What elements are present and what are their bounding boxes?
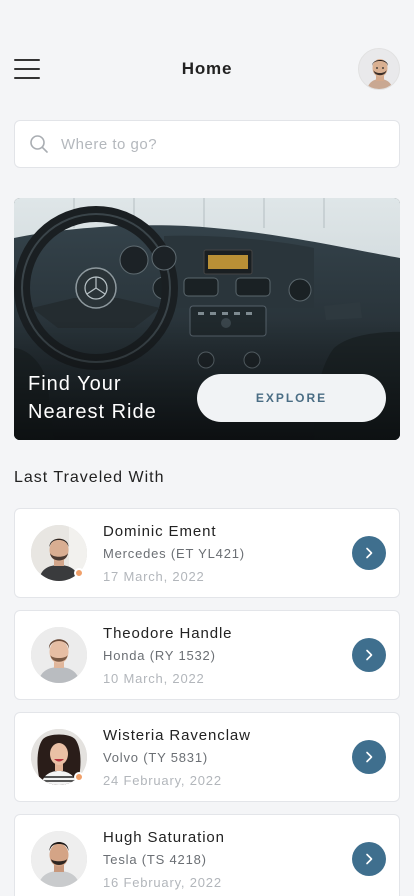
trip-date: 24 February, 2022 bbox=[103, 773, 222, 788]
online-status-dot bbox=[74, 568, 84, 578]
car-info: Tesla (TS 4218) bbox=[103, 852, 207, 867]
avatar bbox=[31, 627, 87, 683]
trip-date: 17 March, 2022 bbox=[103, 569, 205, 584]
chevron-right-icon bbox=[366, 649, 373, 661]
online-status-dot bbox=[74, 772, 84, 782]
chevron-right-icon bbox=[366, 853, 373, 865]
open-trip-button[interactable] bbox=[352, 842, 386, 876]
driver-name: Hugh Saturation bbox=[103, 829, 225, 846]
chevron-right-icon bbox=[366, 751, 373, 763]
search-icon bbox=[30, 135, 48, 153]
hero-title: Find Your Nearest Ride bbox=[28, 370, 208, 426]
trip-date: 10 March, 2022 bbox=[103, 671, 205, 686]
explore-button[interactable]: EXPLORE bbox=[197, 374, 386, 422]
open-trip-button[interactable] bbox=[352, 638, 386, 672]
search-bar[interactable] bbox=[14, 120, 400, 168]
search-input[interactable] bbox=[61, 135, 341, 153]
open-trip-button[interactable] bbox=[352, 536, 386, 570]
hero-title-line1: Find Your bbox=[28, 373, 122, 395]
driver-name: Theodore Handle bbox=[103, 625, 233, 642]
history-list: Dominic Ement Mercedes (ET YL421) 17 Mar… bbox=[14, 508, 400, 896]
avatar bbox=[31, 831, 87, 887]
list-item[interactable]: Theodore Handle Honda (RY 1532) 10 March… bbox=[14, 610, 400, 700]
hero-banner: Find Your Nearest Ride EXPLORE bbox=[14, 198, 400, 440]
driver-name: Wisteria Ravenclaw bbox=[103, 727, 251, 744]
hero-title-line2: Nearest Ride bbox=[28, 401, 157, 423]
chevron-right-icon bbox=[366, 547, 373, 559]
list-item[interactable]: Hugh Saturation Tesla (TS 4218) 16 Febru… bbox=[14, 814, 400, 896]
page-title: Home bbox=[181, 59, 233, 78]
open-trip-button[interactable] bbox=[352, 740, 386, 774]
menu-icon[interactable] bbox=[14, 59, 40, 79]
top-bar: Home bbox=[14, 48, 400, 90]
trip-date: 16 February, 2022 bbox=[103, 875, 222, 890]
list-item[interactable]: Dominic Ement Mercedes (ET YL421) 17 Mar… bbox=[14, 508, 400, 598]
profile-avatar[interactable] bbox=[358, 48, 400, 90]
driver-name: Dominic Ement bbox=[103, 523, 217, 540]
list-item[interactable]: Wisteria Ravenclaw Volvo (TY 5831) 24 Fe… bbox=[14, 712, 400, 802]
car-info: Honda (RY 1532) bbox=[103, 648, 216, 663]
car-info: Volvo (TY 5831) bbox=[103, 750, 208, 765]
car-info: Mercedes (ET YL421) bbox=[103, 546, 245, 561]
history-section-title: Last Traveled With bbox=[14, 469, 165, 486]
